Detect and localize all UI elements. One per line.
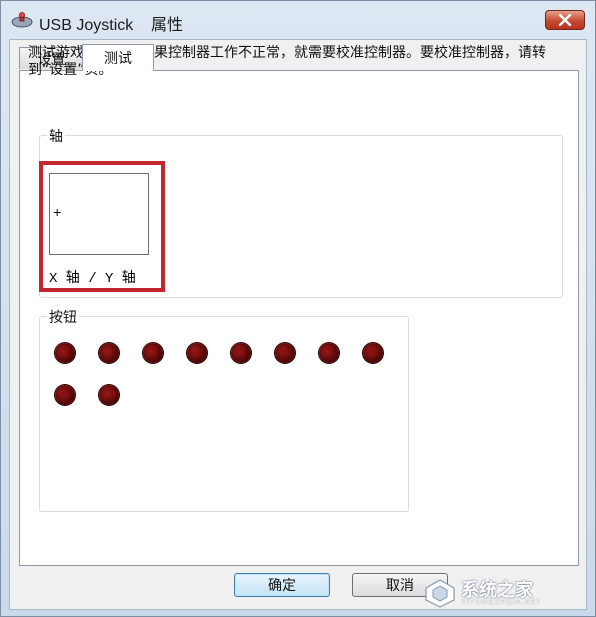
properties-window: USB Joystick 属性 设置 测试 测试游戏控制器。如果控制器工作不正常… <box>0 0 596 617</box>
joystick-button-7-label: 7 <box>325 347 333 359</box>
tab-test[interactable]: 测试 <box>82 44 154 71</box>
joystick-button-3: 3 <box>143 343 163 363</box>
ok-button[interactable]: 确定 <box>234 573 330 597</box>
highlight-annotation <box>39 161 165 292</box>
joystick-button-6: 6 <box>275 343 295 363</box>
cancel-button-label: 取消 <box>386 578 414 594</box>
watermark-logo-icon <box>425 579 455 608</box>
joystick-button-10-label: 10 <box>102 389 116 401</box>
close-icon <box>558 14 572 26</box>
window-title-name: USB Joystick <box>39 17 134 34</box>
joystick-button-4: 4 <box>187 343 207 363</box>
joystick-button-2-label: 2 <box>105 347 113 359</box>
axes-group-label: 轴 <box>47 126 65 146</box>
watermark: 系统之家 XITONGZHIJIA.NET <box>417 576 587 610</box>
window-title: USB Joystick 属性 <box>39 11 183 35</box>
joystick-button-6-label: 6 <box>281 347 289 359</box>
buttons-group-label: 按钮 <box>47 307 79 327</box>
joystick-button-1: 1 <box>55 343 75 363</box>
joystick-button-2: 2 <box>99 343 119 363</box>
joystick-button-7: 7 <box>319 343 339 363</box>
joystick-button-10: 10 <box>99 385 119 405</box>
ok-button-label: 确定 <box>268 578 296 594</box>
tab-test-label: 测试 <box>104 51 132 67</box>
joystick-button-9-label: 9 <box>61 389 69 401</box>
joystick-button-1-label: 1 <box>61 347 69 359</box>
joystick-button-9: 9 <box>55 385 75 405</box>
window-title-suffix: 属性 <box>151 17 184 34</box>
joystick-button-3-label: 3 <box>149 347 157 359</box>
watermark-subtext: XITONGZHIJIA.NET <box>461 598 542 606</box>
joystick-button-5-label: 5 <box>237 347 245 359</box>
joystick-icon <box>11 12 33 28</box>
joystick-button-8: 8 <box>363 343 383 363</box>
joystick-button-4-label: 4 <box>193 347 201 359</box>
title-bar[interactable]: USB Joystick 属性 <box>1 1 595 41</box>
joystick-button-8-label: 8 <box>369 347 377 359</box>
joystick-button-5: 5 <box>231 343 251 363</box>
close-button[interactable] <box>545 10 585 30</box>
buttons-group <box>39 316 409 512</box>
